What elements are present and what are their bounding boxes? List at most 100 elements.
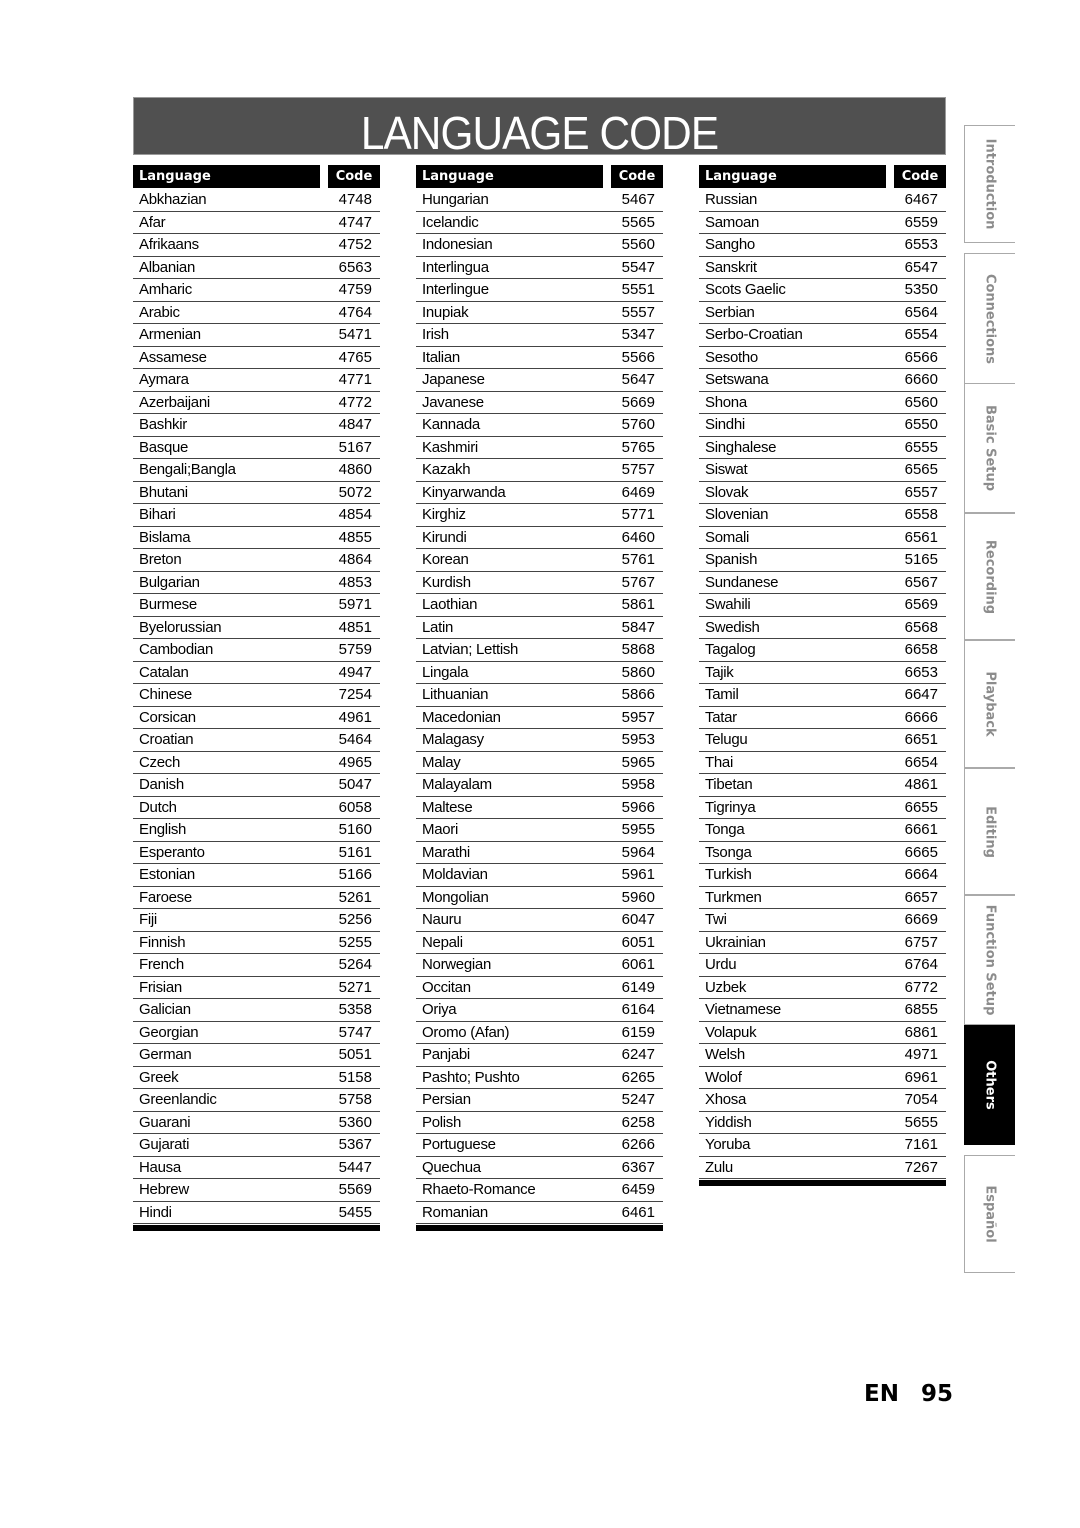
language-code: 4861 — [904, 776, 938, 793]
table-row: Yiddish 5655 — [699, 1112, 946, 1134]
language-table-3: Language Code Russian 6467 Samoan 6559 Sangho 6… — [699, 165, 946, 1186]
table-row: Turkmen 6657 — [699, 887, 946, 909]
language-code: 5759 — [338, 641, 372, 658]
language-code: 6555 — [904, 438, 938, 456]
table-row: Greenlandic 5758 — [133, 1089, 380, 1112]
language-name: Oromo (Afan) — [422, 1023, 510, 1041]
table-row: Aymara 4771 — [133, 369, 380, 392]
language-code: 6655 — [904, 798, 938, 816]
table-row: Kinyarwanda 6469 — [416, 482, 663, 504]
language-name: Turkmen — [705, 888, 762, 906]
table-row: Interlingue 5551 — [416, 279, 663, 302]
language-code: 4864 — [338, 551, 372, 568]
language-name: Kurdish — [422, 573, 471, 591]
page-footer: EN 95 — [864, 1381, 953, 1407]
language-name: Tajik — [705, 663, 734, 681]
language-code: 6660 — [904, 371, 938, 388]
language-code: 7161 — [904, 1136, 938, 1153]
language-name: Basque — [139, 438, 189, 456]
language-code: 4971 — [904, 1046, 938, 1063]
code-column-header: Code — [611, 165, 663, 188]
tab-introduction[interactable]: Introduction — [964, 125, 1015, 243]
language-code: 5166 — [338, 866, 372, 883]
language-name: Uzbek — [705, 978, 747, 996]
tab-playback[interactable]: Playback — [964, 640, 1015, 768]
language-name: Assamese — [139, 348, 207, 366]
language-code: 6554 — [904, 326, 938, 343]
table-row: Malay 5965 — [416, 752, 663, 774]
language-code: 5560 — [621, 236, 655, 253]
language-name: Romanian — [422, 1203, 488, 1221]
table-row: Esperanto 5161 — [133, 842, 380, 864]
language-code: 6661 — [904, 821, 938, 838]
language-name: Malay — [422, 753, 461, 771]
page-title: LANGUAGE CODE — [360, 107, 719, 159]
table-row: Armenian 5471 — [133, 324, 380, 347]
language-name: Dutch — [139, 798, 177, 816]
language-name: Sundanese — [705, 573, 779, 591]
table-row: Kashmiri 5765 — [416, 437, 663, 459]
language-name: Kinyarwanda — [422, 483, 506, 501]
language-code: 5669 — [621, 393, 655, 411]
language-code: 4961 — [338, 708, 372, 726]
table-row: Burmese 5971 — [133, 594, 380, 617]
table-row: Frisian 5271 — [133, 977, 380, 999]
language-code: 5551 — [621, 281, 655, 298]
language-name: Moldavian — [422, 866, 488, 883]
language-code: 5158 — [338, 1068, 372, 1086]
language-code: 5160 — [338, 821, 372, 838]
table-row: Twi 6669 — [699, 909, 946, 932]
table-row: Hebrew 5569 — [133, 1179, 380, 1202]
tab-espa-ol[interactable]: Español — [964, 1155, 1015, 1273]
language-name: Greenlandic — [139, 1091, 217, 1108]
language-code: 5350 — [904, 281, 938, 298]
tab-basic-setup[interactable]: Basic Setup — [964, 383, 1015, 513]
tab-others[interactable]: Others — [964, 1025, 1015, 1145]
language-name: Lingala — [422, 663, 469, 681]
tab-editing[interactable]: Editing — [964, 768, 1015, 895]
language-name: Kannada — [422, 416, 480, 433]
table-row: Bengali;Bangla 4860 — [133, 459, 380, 482]
table-row: Tagalog 6658 — [699, 639, 946, 662]
language-code: 5953 — [621, 731, 655, 748]
tab-label: Español — [982, 1185, 998, 1243]
language-name: Bihari — [139, 506, 176, 523]
tab-function-setup[interactable]: Function Setup — [964, 895, 1015, 1025]
language-name: Thai — [705, 753, 733, 771]
table-row: Sundanese 6567 — [699, 572, 946, 594]
table-row: Estonian 5166 — [133, 864, 380, 887]
language-code: 6547 — [904, 258, 938, 276]
language-code: 4854 — [338, 506, 372, 523]
language-code: 4772 — [338, 393, 372, 411]
table-row: Zulu 7267 — [699, 1157, 946, 1179]
table-row: Kannada 5760 — [416, 414, 663, 437]
table-row: Welsh 4971 — [699, 1044, 946, 1067]
table-row: Romanian 6461 — [416, 1202, 663, 1224]
tab-connections[interactable]: Connections — [964, 253, 1015, 385]
language-name: Bashkir — [139, 416, 187, 433]
language-name: Bhutani — [139, 483, 188, 501]
language-code: 4764 — [338, 303, 372, 321]
language-name: Japanese — [422, 371, 485, 388]
language-code: 4747 — [338, 213, 372, 231]
language-name: Azerbaijani — [139, 393, 210, 411]
table-row: Slovak 6557 — [699, 482, 946, 504]
language-code: 6657 — [904, 888, 938, 906]
table-row: Japanese 5647 — [416, 369, 663, 392]
language-name: Chinese — [139, 686, 192, 703]
table-row: Tajik 6653 — [699, 662, 946, 684]
tab-recording[interactable]: Recording — [964, 513, 1015, 640]
tab-label: Connections — [982, 273, 998, 365]
table-row: Lingala 5860 — [416, 662, 663, 684]
language-code: 5758 — [338, 1091, 372, 1108]
language-code: 5247 — [621, 1091, 655, 1108]
language-table-1: Language Code Abkhazian 4748 Afar 4747 Afrikaa… — [133, 165, 380, 1231]
page-title-banner: LANGUAGE CODE — [133, 97, 946, 159]
language-name: Italian — [422, 348, 460, 366]
tab-label: Basic Setup — [982, 404, 998, 492]
table-row: Yoruba 7161 — [699, 1134, 946, 1157]
language-code: 5757 — [621, 461, 655, 478]
language-code: 5447 — [338, 1158, 372, 1176]
language-code: 7054 — [904, 1091, 938, 1108]
language-name: Hindi — [139, 1203, 172, 1221]
